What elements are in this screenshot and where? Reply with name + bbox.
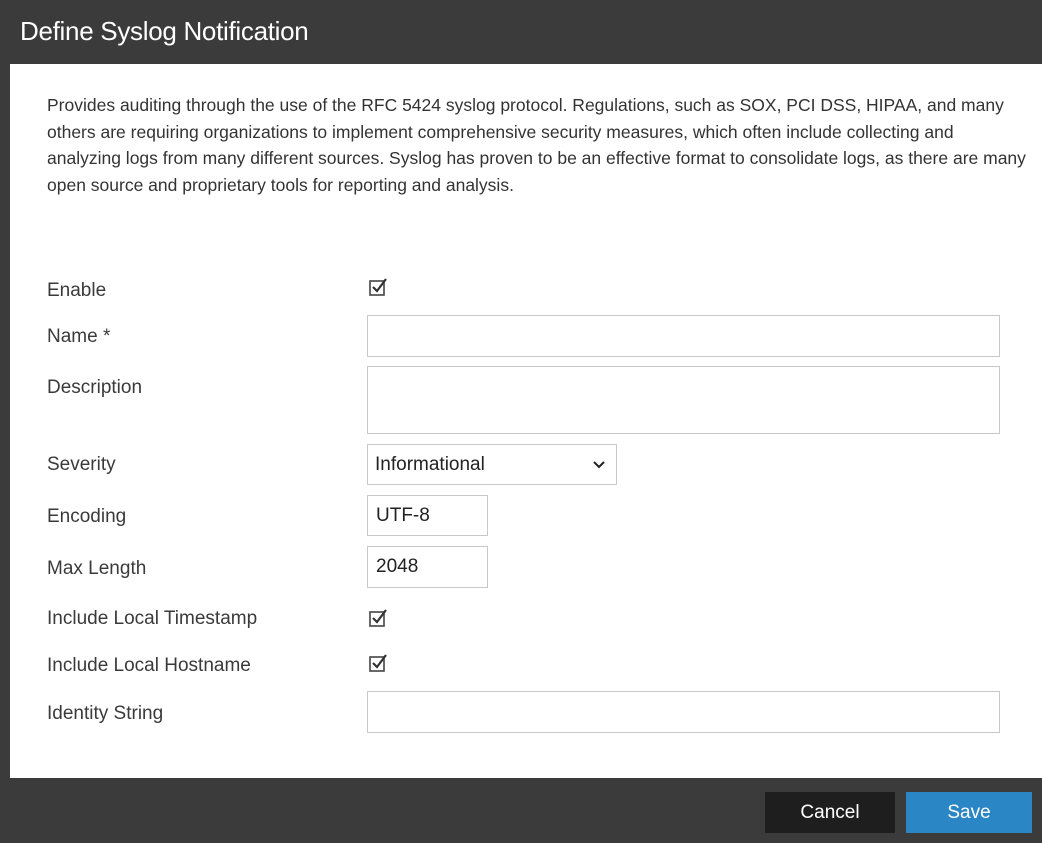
enable-label: Enable [47,280,107,301]
include-local-timestamp-checkbox[interactable] [368,607,390,629]
name-input[interactable] [367,315,1000,357]
max-length-input[interactable] [367,546,488,588]
dialog-title: Define Syslog Notification [20,16,309,46]
description-input[interactable] [367,366,1000,434]
dialog-description: Provides auditing through the use of the… [47,95,1026,195]
include-local-timestamp-label: Include Local Timestamp [47,608,258,629]
max-length-label: Max Length [47,558,147,579]
syslog-notification-dialog: Define Syslog Notification Provides audi… [0,0,1042,843]
severity-label: Severity [47,454,116,475]
encoding-input[interactable] [367,495,488,536]
include-local-hostname-checkbox[interactable] [368,652,390,674]
identity-string-label: Identity String [47,703,164,724]
checkmark-icon [369,654,387,672]
encoding-label: Encoding [47,506,127,527]
severity-select-value: Informational [375,453,485,475]
dialog-titlebar: Define Syslog Notification [0,0,1042,64]
include-local-hostname-label: Include Local Hostname [47,655,251,676]
save-button[interactable]: Save [906,792,1032,833]
identity-string-input[interactable] [367,691,1000,733]
checkmark-icon [369,609,387,627]
cancel-button[interactable]: Cancel [765,792,895,833]
checkmark-icon [369,278,387,296]
dialog-footer: Cancel Save [0,778,1042,843]
description-label: Description [47,377,143,398]
dialog-body: Provides auditing through the use of the… [10,64,1042,778]
chevron-down-icon [593,460,605,468]
name-label: Name * [47,326,111,347]
dialog-left-border [0,64,10,778]
severity-select[interactable]: Informational [367,444,617,485]
enable-checkbox[interactable] [368,276,390,298]
